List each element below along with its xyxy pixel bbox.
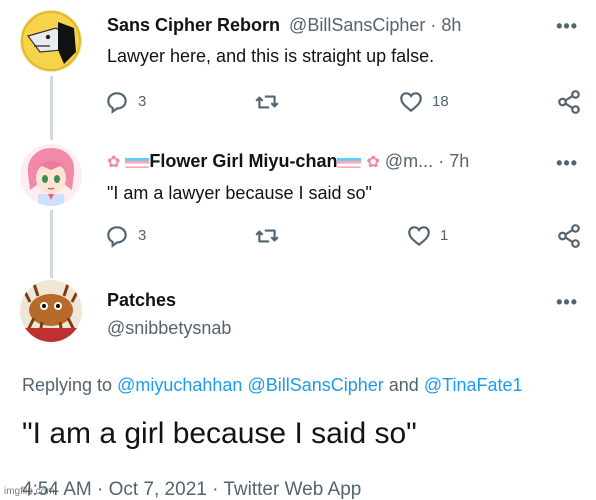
replying-to-line: Replying to @miyuchahhan @BillSansCipher… bbox=[22, 373, 523, 397]
retweet-icon bbox=[255, 229, 279, 243]
mention-link[interactable]: @miyuchahhan bbox=[117, 375, 242, 395]
share-icon bbox=[558, 90, 580, 114]
reply-button[interactable]: 3 bbox=[104, 88, 146, 116]
trans-flag-icon bbox=[337, 154, 362, 168]
tweet-1: Sans Cipher Reborn @BillSansCipher · 8h … bbox=[0, 0, 596, 140]
retweet-button[interactable] bbox=[254, 222, 288, 250]
display-name[interactable]: Patches bbox=[107, 290, 176, 310]
handle[interactable]: @snibbetysnab bbox=[107, 316, 231, 340]
action-bar: 3 18 bbox=[100, 88, 590, 116]
avatar[interactable] bbox=[20, 10, 82, 72]
tweet-header: Sans Cipher Reborn @BillSansCipher · 8h bbox=[107, 13, 596, 37]
timestamp[interactable]: 8h bbox=[441, 15, 461, 35]
tweet-header: Patches bbox=[107, 288, 596, 312]
display-name[interactable]: Sans Cipher Reborn bbox=[107, 15, 280, 35]
like-count: 1 bbox=[440, 227, 449, 244]
avatar-image bbox=[20, 10, 82, 72]
share-icon bbox=[558, 224, 580, 248]
reply-button[interactable]: 3 bbox=[104, 222, 146, 250]
replying-prefix: Replying to bbox=[22, 375, 113, 395]
handle[interactable]: @BillSansCipher bbox=[289, 15, 425, 35]
avatar[interactable] bbox=[20, 144, 82, 206]
separator: · bbox=[438, 151, 445, 171]
heart-icon bbox=[400, 92, 422, 113]
and-word: and bbox=[388, 375, 419, 395]
action-bar: 3 1 bbox=[100, 222, 590, 250]
trans-flag-icon bbox=[125, 154, 150, 168]
tweet-metadata[interactable]: 4:54 AM · Oct 7, 2021 · Twitter Web App bbox=[22, 478, 361, 500]
share-button[interactable] bbox=[556, 222, 590, 250]
tweet-header: ✿ Flower Girl Miyu-chan ✿ @m... · 7h bbox=[107, 149, 596, 173]
avatar[interactable] bbox=[20, 280, 82, 342]
avatar-image bbox=[20, 144, 82, 206]
thread-line bbox=[50, 76, 53, 140]
more-options-button[interactable]: ••• bbox=[556, 17, 578, 35]
reply-icon bbox=[107, 92, 127, 114]
mention-link[interactable]: @BillSansCipher bbox=[247, 375, 383, 395]
more-options-button[interactable]: ••• bbox=[556, 293, 578, 311]
like-count: 18 bbox=[432, 93, 449, 110]
like-button[interactable]: 1 bbox=[406, 222, 448, 250]
tweet-text: "I am a lawyer because I said so" bbox=[107, 183, 372, 203]
reply-icon bbox=[107, 226, 127, 248]
flower-icon: ✿ bbox=[107, 154, 121, 171]
heart-icon bbox=[408, 226, 430, 247]
reply-count: 3 bbox=[138, 93, 147, 110]
avatar-image bbox=[20, 280, 82, 342]
timestamp[interactable]: 7h bbox=[449, 151, 469, 171]
retweet-icon bbox=[255, 95, 279, 109]
like-button[interactable]: 18 bbox=[398, 88, 449, 116]
more-options-button[interactable]: ••• bbox=[556, 154, 578, 172]
share-button[interactable] bbox=[556, 88, 590, 116]
flower-icon: ✿ bbox=[366, 154, 380, 171]
mention-link[interactable]: @TinaFate1 bbox=[424, 375, 523, 395]
display-name[interactable]: Flower Girl Miyu-chan bbox=[149, 151, 337, 171]
handle[interactable]: @m... bbox=[385, 151, 433, 171]
reply-count: 3 bbox=[138, 227, 147, 244]
tweet-text: "I am a girl because I said so" bbox=[22, 417, 417, 450]
tweet-text: Lawyer here, and this is straight up fal… bbox=[107, 46, 435, 66]
watermark: imgflip.com bbox=[4, 486, 55, 497]
retweet-button[interactable] bbox=[254, 88, 288, 116]
tweet-2: ✿ Flower Girl Miyu-chan ✿ @m... · 7h •••… bbox=[0, 140, 596, 264]
separator: · bbox=[430, 15, 437, 35]
